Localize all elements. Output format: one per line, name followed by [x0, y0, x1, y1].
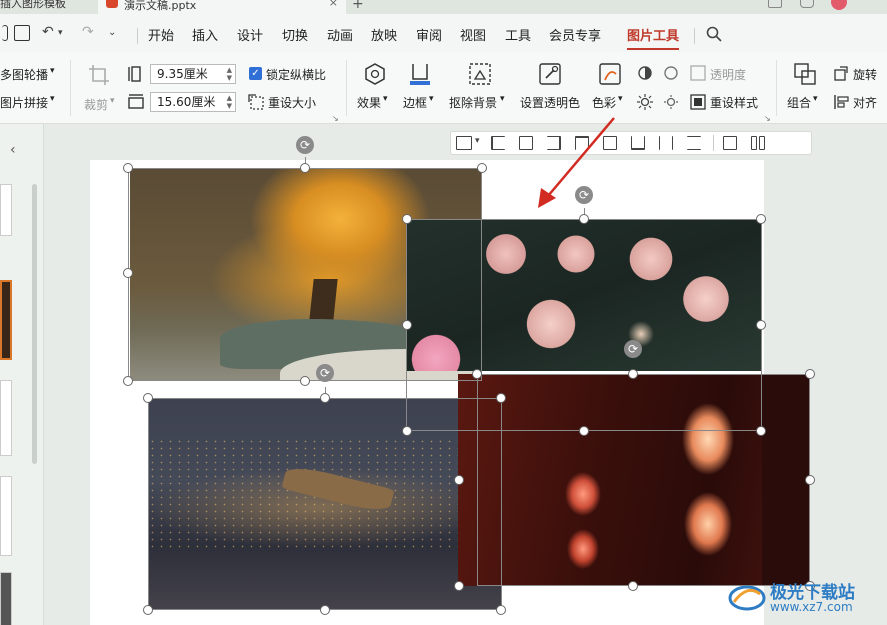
- site-watermark: 极光下载站 www.xz7.com: [726, 576, 886, 622]
- annotation-arrow: [538, 117, 615, 208]
- aurora-logo-icon: [728, 585, 766, 611]
- watermark-url: www.xz7.com: [770, 600, 853, 614]
